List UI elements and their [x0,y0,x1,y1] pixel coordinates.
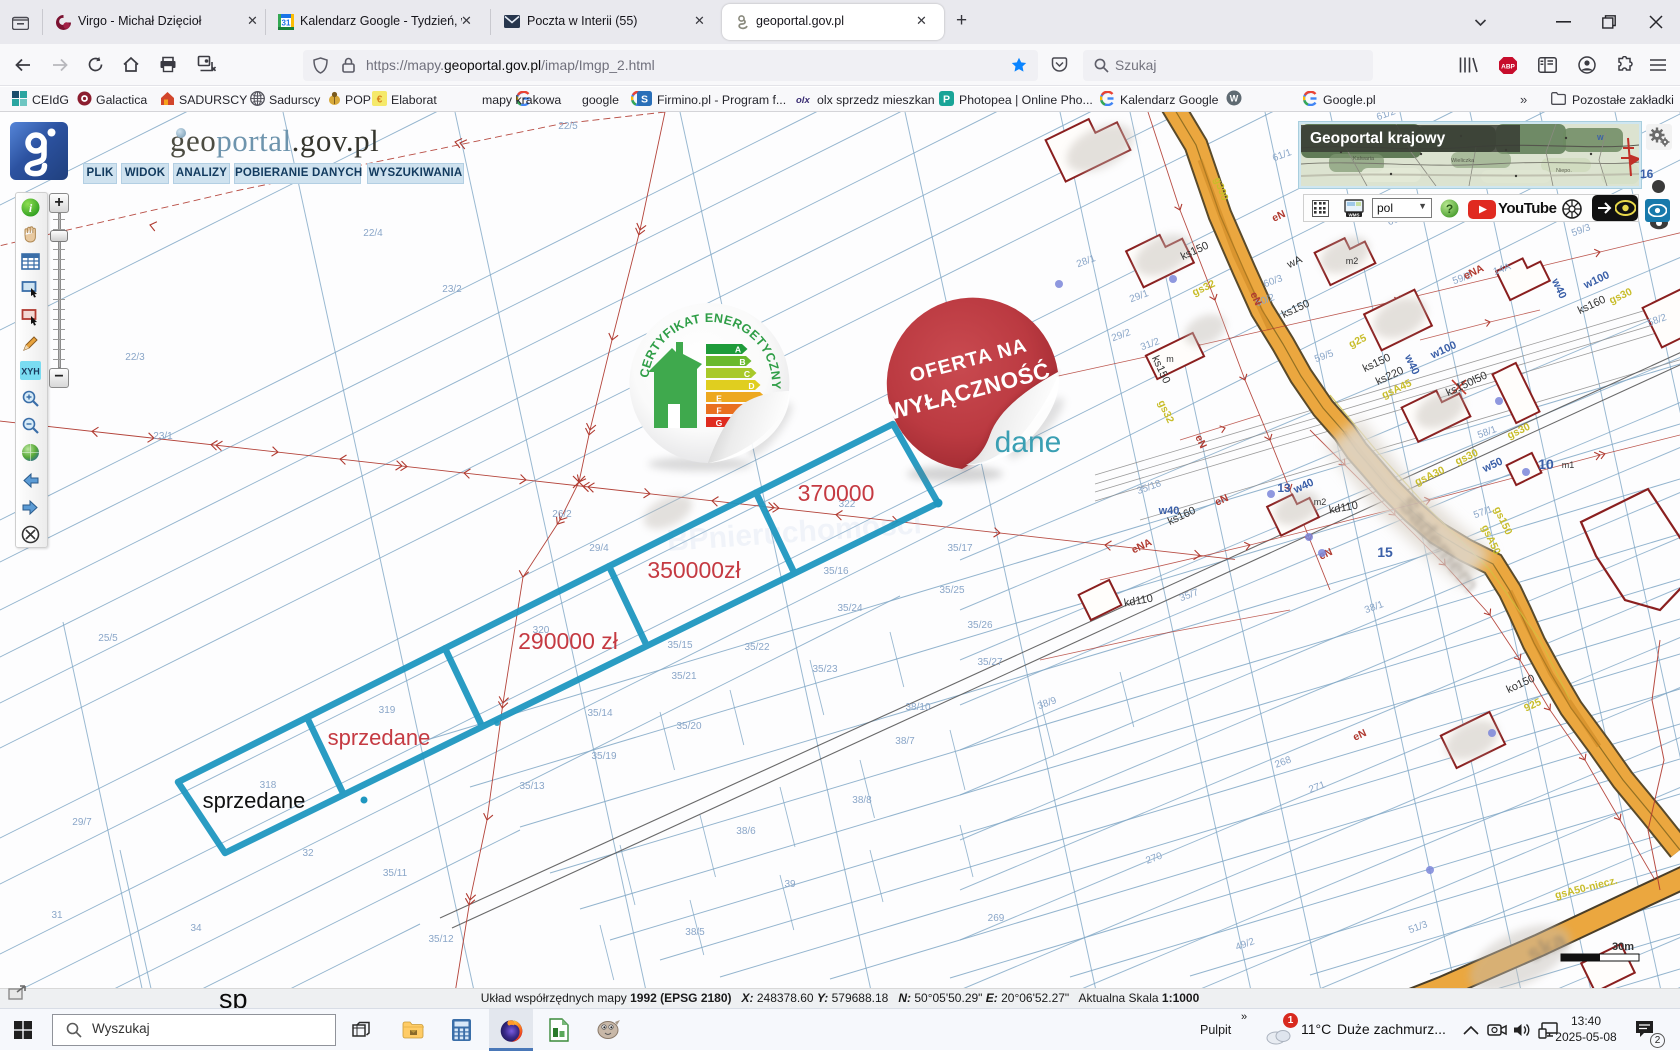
svg-text:35/16: 35/16 [823,566,848,577]
svg-text:XYH: XYH [21,367,40,377]
svg-text:F: F [716,406,721,416]
svg-text:38/10: 38/10 [905,702,930,713]
svg-text:D: D [748,381,754,391]
svg-text:38/8: 38/8 [852,795,872,806]
svg-text:sprzedane: sprzedane [328,725,431,750]
svg-text:P: P [943,93,950,105]
svg-text:31: 31 [51,910,63,921]
svg-text:35/22: 35/22 [744,642,769,653]
svg-text:22/4: 22/4 [363,228,383,239]
svg-text:29/4: 29/4 [589,543,609,554]
svg-text:ABP: ABP [1501,64,1515,71]
svg-text:WMS: WMS [1349,213,1360,218]
svg-text:m2: m2 [1346,256,1359,266]
svg-text:C: C [744,369,750,379]
svg-text:22/3: 22/3 [125,352,145,363]
svg-text:34: 34 [190,923,202,934]
svg-text:38/5: 38/5 [685,927,705,938]
svg-text:38/7: 38/7 [895,736,915,747]
svg-text:35/21: 35/21 [671,671,696,682]
svg-text:370000: 370000 [798,480,875,506]
svg-text:Niepo.: Niepo. [1556,168,1572,174]
svg-text:31: 31 [282,19,291,28]
svg-text:35/27: 35/27 [977,657,1002,668]
svg-text:350000zł: 350000zł [647,557,740,583]
svg-text:w40: w40 [1158,505,1180,517]
svg-text:W: W [1597,135,1604,142]
svg-text:35/26: 35/26 [967,620,992,631]
svg-text:13: 13 [1277,481,1291,495]
svg-text:35/17: 35/17 [947,543,972,554]
svg-text:dane: dane [995,426,1062,459]
svg-text:290000 zł: 290000 zł [518,628,618,654]
svg-text:26/2: 26/2 [552,509,572,520]
svg-text:35/14: 35/14 [587,708,612,719]
svg-text:B: B [739,357,745,367]
svg-text:A: A [735,345,741,355]
svg-text:W: W [1230,94,1239,104]
svg-text:32: 32 [302,848,314,859]
svg-text:22/5: 22/5 [558,121,578,132]
svg-text:m2: m2 [1314,497,1327,507]
svg-text:35/19: 35/19 [591,751,616,762]
svg-text:319: 319 [379,705,396,716]
svg-text:10: 10 [1538,456,1554,472]
svg-text:39: 39 [784,879,796,890]
svg-text:35/20: 35/20 [676,721,701,732]
svg-text:E: E [716,393,722,403]
svg-text:?: ? [1446,202,1453,216]
svg-text:€: € [377,95,383,106]
svg-text:25/5: 25/5 [98,633,118,644]
svg-text:sprzedane: sprzedane [203,788,306,813]
svg-text:35/24: 35/24 [837,603,862,614]
svg-text:m: m [1166,354,1174,364]
svg-text:23/2: 23/2 [442,284,462,295]
svg-text:S: S [641,93,648,105]
svg-text:35/25: 35/25 [939,585,964,596]
svg-text:269: 269 [988,913,1005,924]
svg-text:23/1: 23/1 [153,431,173,442]
svg-text:35/11: 35/11 [383,868,408,879]
svg-text:30m: 30m [1612,941,1634,953]
svg-text:35/12: 35/12 [428,934,453,945]
svg-text:Kalwaria: Kalwaria [1353,156,1375,162]
svg-text:35/15: 35/15 [667,640,692,651]
svg-text:35/13: 35/13 [519,781,544,792]
svg-text:m1: m1 [1562,460,1575,470]
svg-text:29/7: 29/7 [72,817,92,828]
svg-text:38/6: 38/6 [736,826,756,837]
svg-text:G: G [716,418,723,428]
svg-text:35/23: 35/23 [812,664,837,675]
svg-text:Wieliczka: Wieliczka [1451,158,1475,164]
svg-text:15: 15 [1377,544,1393,560]
